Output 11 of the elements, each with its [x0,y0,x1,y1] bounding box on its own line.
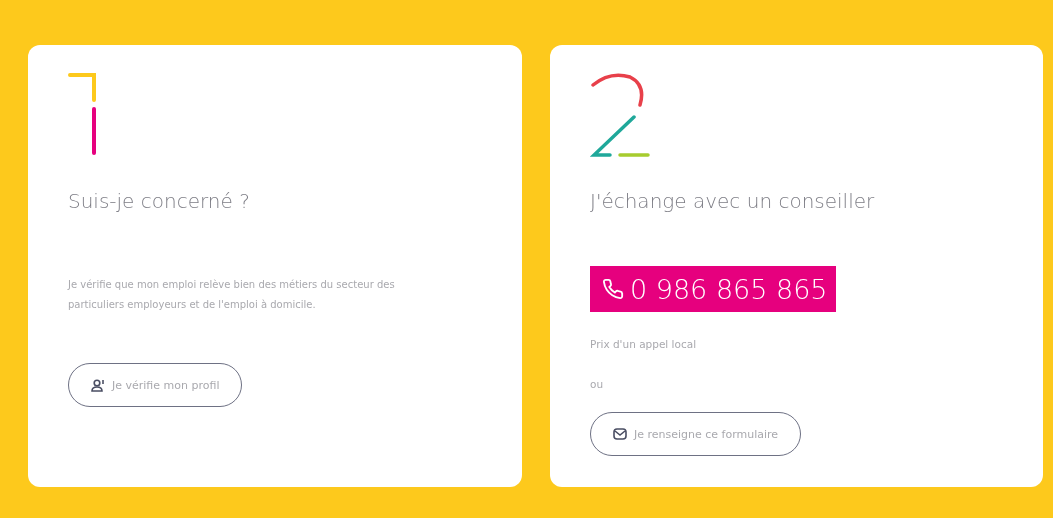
card-title: Suis-je concerné ? [68,189,250,213]
phone-icon [602,278,624,300]
action-button[interactable]: Je renseigne ce formulaire [590,412,802,456]
card-title: J'échange avec un conseiller [590,189,875,213]
card-description: Je vérifie que mon emploi relève bien des métiers du secteur des particuliers employeurs et de l'emploi à domicile. [68,278,396,312]
mail-icon [613,428,627,440]
user-icon [91,378,105,392]
phone-number[interactable]: 0 986 865 865 [590,266,836,312]
action-button[interactable]: Je vérifie mon profil [68,363,243,407]
call-price-note: Prix d'un appel local [590,338,697,350]
or-separator: ou [590,378,604,390]
